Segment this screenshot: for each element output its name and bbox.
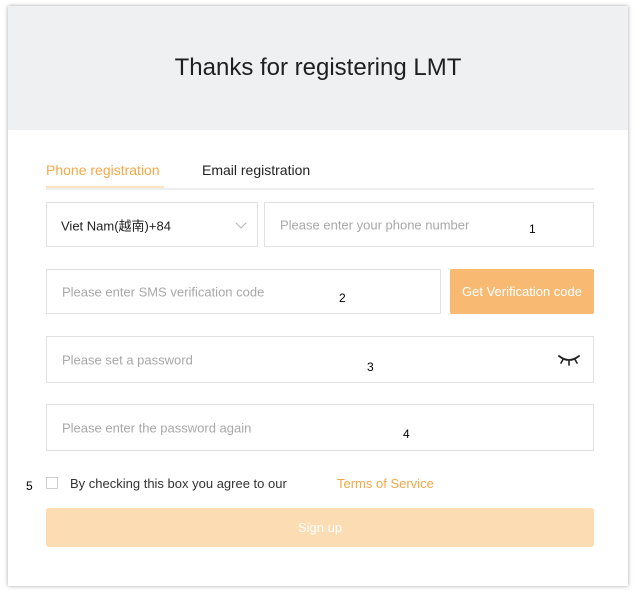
sms-code-input[interactable]: Please enter SMS verification code [46,269,441,314]
confirm-password-input[interactable]: Please enter the password again [46,404,594,451]
agree-terms-checkbox[interactable] [46,477,58,489]
password-input[interactable]: Please set a password [46,336,594,383]
registration-tabs: Phone registration Email registration [46,156,594,190]
annotation-marker-5: 5 [26,479,33,493]
tabs-divider [46,188,594,190]
tab-phone-registration[interactable]: Phone registration [46,162,160,178]
tab-email-registration[interactable]: Email registration [202,162,310,178]
annotation-marker-4: 4 [403,427,410,441]
sms-code-placeholder: Please enter SMS verification code [62,284,265,299]
registration-card: Thanks for registering LMT Phone registr… [8,6,628,586]
phone-number-placeholder: Please enter your phone number [280,217,470,232]
annotation-marker-2: 2 [339,291,346,305]
header: Thanks for registering LMT [8,6,628,130]
chevron-down-icon [235,217,247,229]
password-placeholder: Please set a password [62,352,193,367]
eye-closed-icon[interactable] [557,351,581,367]
confirm-password-placeholder: Please enter the password again [62,420,252,435]
get-verification-code-button[interactable]: Get Verification code [450,269,594,314]
agree-terms-label: By checking this box you agree to our [70,476,287,491]
annotation-marker-1: 1 [529,222,536,236]
terms-of-service-link[interactable]: Terms of Service [337,476,434,491]
phone-number-input[interactable]: Please enter your phone number [264,202,594,247]
country-code-select[interactable]: Viet Nam(越南)+84 [46,202,258,247]
country-code-value: Viet Nam(越南)+84 [61,218,171,233]
active-tab-indicator [46,186,164,188]
sign-up-button[interactable]: Sign up [46,508,594,547]
page-title: Thanks for registering LMT [174,54,462,81]
annotation-marker-3: 3 [367,360,374,374]
